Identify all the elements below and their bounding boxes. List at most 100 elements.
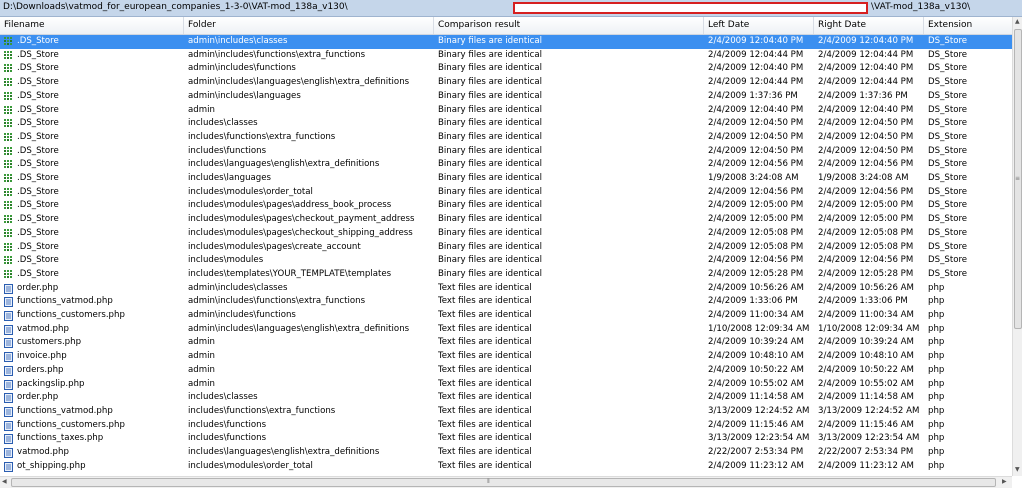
binary-file-icon xyxy=(4,78,14,88)
table-row[interactable]: functions_vatmod.php admin\includes\funct… xyxy=(0,295,1012,309)
left-date-cell: 3/13/2009 12:24:52 AM xyxy=(708,405,810,416)
horizontal-scroll-thumb[interactable] xyxy=(11,478,996,487)
table-row[interactable]: vatmod.php includes\languages\english\ext… xyxy=(0,446,1012,460)
filename-cell: .DS_Store xyxy=(17,173,59,183)
folder-cell: admin xyxy=(188,337,215,348)
right-date-cell: 2/4/2009 10:50:22 AM xyxy=(818,364,914,375)
extension-cell: php xyxy=(928,310,945,320)
right-date-cell: 1/10/2008 12:09:34 AM xyxy=(818,323,920,334)
table-row[interactable]: functions_customers.php admin\includes\fu… xyxy=(0,309,1012,323)
scroll-right-icon[interactable]: ▶ xyxy=(1002,478,1007,486)
extension-cell: php xyxy=(928,447,945,457)
right-date-cell: 2/4/2009 12:04:50 PM xyxy=(818,145,914,156)
filename-cell: .DS_Store xyxy=(17,268,59,279)
extension-cell: DS_Store xyxy=(928,186,968,197)
scroll-left-icon[interactable]: ◀ xyxy=(2,478,7,486)
scroll-down-icon[interactable]: ▼ xyxy=(1015,466,1020,474)
text-file-icon xyxy=(4,338,14,349)
table-row[interactable]: .DS_Store includes\modules\pages\checkout… xyxy=(0,227,1012,241)
table-row[interactable]: .DS_Store admin Binary files are identical… xyxy=(0,104,1012,118)
folder-cell: admin\includes\functions xyxy=(188,63,296,74)
table-row[interactable]: .DS_Store includes\languages Binary files … xyxy=(0,172,1012,186)
table-row[interactable]: .DS_Store includes\classes Binary files ar… xyxy=(0,117,1012,131)
right-date-cell: 2/4/2009 11:15:46 AM xyxy=(818,419,914,430)
right-date-cell: 2/4/2009 12:05:08 PM xyxy=(818,227,914,238)
comparison-result-cell: Text files are identical xyxy=(438,310,532,320)
folder-cell: admin\includes\functions\extra_functions xyxy=(188,296,366,307)
table-row[interactable]: .DS_Store includes\modules Binary files ar… xyxy=(0,254,1012,268)
table-row[interactable]: .DS_Store admin\includes\classes Binary fi… xyxy=(0,35,1012,49)
table-row[interactable]: order.php includes\classes Text files are … xyxy=(0,391,1012,405)
left-date-cell: 2/4/2009 10:50:22 AM xyxy=(708,364,804,375)
right-path[interactable]: \VAT-mod_138a_v130\ xyxy=(871,2,970,12)
filename-cell: functions_customers.php xyxy=(17,419,125,430)
left-date-cell: 2/22/2007 2:53:34 PM xyxy=(708,447,804,457)
file-list: .DS_Store admin\includes\classes Binary fi… xyxy=(0,35,1012,476)
text-file-icon xyxy=(4,461,14,472)
extension-cell: php xyxy=(928,323,945,334)
vertical-scrollbar[interactable]: ▲ ≡ ▼ xyxy=(1012,17,1022,476)
scroll-up-icon[interactable]: ▲ xyxy=(1015,18,1020,26)
left-date-cell: 2/4/2009 12:05:08 PM xyxy=(708,227,804,238)
table-row[interactable]: functions_vatmod.php includes\functions\e… xyxy=(0,405,1012,419)
filter-input[interactable] xyxy=(513,2,868,14)
filename-cell: ot_shipping.php xyxy=(17,460,86,471)
table-row[interactable]: functions_customers.php includes\function… xyxy=(0,419,1012,433)
table-row[interactable]: .DS_Store includes\functions\extra_functi… xyxy=(0,131,1012,145)
folder-cell: includes\functions\extra_functions xyxy=(188,405,336,416)
left-date-cell: 2/4/2009 11:00:34 AM xyxy=(708,310,804,320)
filename-cell: order.php xyxy=(17,282,59,293)
column-header-comparison-result[interactable]: Comparison result xyxy=(434,17,704,34)
column-header-right-date[interactable]: Right Date xyxy=(814,17,924,34)
left-date-cell: 1/10/2008 12:09:34 AM xyxy=(708,323,810,334)
folder-cell: includes\modules\pages\create_account xyxy=(188,241,361,252)
right-date-cell: 2/4/2009 11:00:34 AM xyxy=(818,310,914,320)
right-date-cell: 2/4/2009 12:04:56 PM xyxy=(818,255,914,266)
left-date-cell: 2/4/2009 12:05:00 PM xyxy=(708,214,804,225)
table-row[interactable]: customers.php admin Text files are identic… xyxy=(0,336,1012,350)
table-row[interactable]: .DS_Store includes\modules\order_total Bin… xyxy=(0,186,1012,200)
column-header-filename[interactable]: Filename xyxy=(0,17,184,34)
table-row[interactable]: vatmod.php admin\includes\languages\engli… xyxy=(0,323,1012,337)
binary-file-icon xyxy=(4,256,14,266)
folder-cell: includes\functions xyxy=(188,145,267,156)
binary-file-icon xyxy=(4,132,14,143)
left-date-cell: 2/4/2009 10:48:10 AM xyxy=(708,351,804,362)
table-row[interactable]: .DS_Store admin\includes\functions\extra_… xyxy=(0,49,1012,63)
table-row[interactable]: .DS_Store admin\includes\languages Binary … xyxy=(0,90,1012,104)
table-row[interactable]: .DS_Store includes\functions Binary files … xyxy=(0,145,1012,159)
filename-cell: .DS_Store xyxy=(17,36,59,46)
horizontal-scrollbar[interactable]: ◀ ⦀ ▶ xyxy=(0,476,1012,488)
folder-cell: admin xyxy=(188,351,215,362)
right-date-cell: 2/4/2009 10:39:24 AM xyxy=(818,337,914,348)
binary-file-icon xyxy=(4,187,14,198)
filename-cell: .DS_Store xyxy=(17,255,59,266)
column-header-folder[interactable]: Folder xyxy=(184,17,434,34)
table-row[interactable]: ot_shipping.php includes\modules\order_to… xyxy=(0,460,1012,474)
table-row[interactable]: .DS_Store includes\templates\YOUR_TEMPLAT… xyxy=(0,268,1012,282)
comparison-result-cell: Binary files are identical xyxy=(438,118,542,129)
column-header-extension[interactable]: Extension xyxy=(924,17,1012,34)
table-row[interactable]: .DS_Store includes\languages\english\extr… xyxy=(0,158,1012,172)
folder-cell: admin\includes\functions\extra_functions xyxy=(188,49,366,60)
table-row[interactable]: packingslip.php admin Text files are ident… xyxy=(0,378,1012,392)
column-header-left-date[interactable]: Left Date xyxy=(704,17,814,34)
table-row[interactable]: .DS_Store includes\modules\pages\create_a… xyxy=(0,241,1012,255)
text-file-icon xyxy=(4,393,14,404)
left-date-cell: 2/4/2009 12:04:50 PM xyxy=(708,118,804,129)
table-row[interactable]: .DS_Store admin\includes\languages\englis… xyxy=(0,76,1012,90)
extension-cell: DS_Store xyxy=(928,63,968,74)
table-row[interactable]: orders.php admin Text files are identical 2… xyxy=(0,364,1012,378)
table-row[interactable]: .DS_Store includes\modules\pages\address_… xyxy=(0,199,1012,213)
right-date-cell: 2/4/2009 12:04:50 PM xyxy=(818,118,914,129)
left-path[interactable]: D:\Downloads\vatmod_for_european_compani… xyxy=(3,2,348,12)
binary-file-icon xyxy=(4,242,14,253)
table-row[interactable]: order.php admin\includes\classes Text file… xyxy=(0,282,1012,296)
table-row[interactable]: invoice.php admin Text files are identical… xyxy=(0,350,1012,364)
binary-file-icon xyxy=(4,174,14,184)
right-date-cell: 2/4/2009 12:04:50 PM xyxy=(818,131,914,142)
table-row[interactable]: functions_taxes.php includes\functions Tex… xyxy=(0,432,1012,446)
table-row[interactable]: .DS_Store admin\includes\functions Binary … xyxy=(0,62,1012,76)
comparison-result-cell: Binary files are identical xyxy=(438,131,542,142)
table-row[interactable]: .DS_Store includes\modules\pages\checkout… xyxy=(0,213,1012,227)
